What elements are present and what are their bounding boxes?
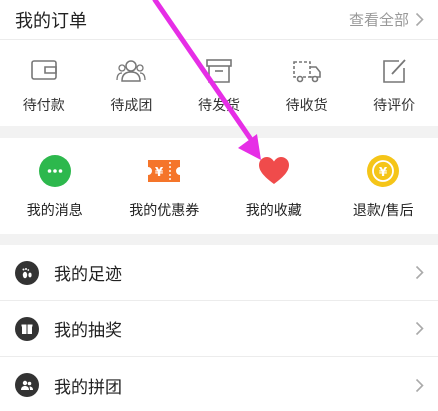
refund-icon: ¥ bbox=[367, 155, 400, 187]
chevron-right-icon bbox=[415, 12, 424, 27]
view-all-label: 查看全部 bbox=[348, 11, 409, 29]
orders-title: 我的订单 bbox=[15, 10, 87, 32]
menu-card: 我的足迹 我的抽奖 我的拼团 bbox=[0, 245, 438, 411]
menu-item-label: 我的抽奖 bbox=[54, 321, 122, 341]
service-label: 退款/售后 bbox=[352, 203, 414, 219]
order-status-pending-shipment[interactable]: 待发货 bbox=[175, 40, 263, 126]
services-card: 我的消息 ¥ 我的优惠券 我的收藏 ¥ 退款/售后 bbox=[0, 138, 438, 234]
team-icon bbox=[15, 373, 39, 397]
box-icon bbox=[206, 59, 232, 83]
coupon-icon: ¥ bbox=[148, 160, 181, 182]
service-refund-aftersale[interactable]: ¥ 退款/售后 bbox=[329, 138, 438, 234]
chevron-right-icon bbox=[415, 378, 424, 392]
footprint-icon bbox=[15, 260, 39, 285]
order-status-pending-payment[interactable]: 待付款 bbox=[0, 40, 88, 126]
svg-text:¥: ¥ bbox=[155, 165, 164, 179]
menu-item-label: 我的拼团 bbox=[54, 377, 122, 398]
group-icon bbox=[116, 60, 147, 82]
menu-item-lottery[interactable]: 我的抽奖 bbox=[0, 301, 438, 357]
view-all-link[interactable]: 查看全部 bbox=[349, 9, 424, 30]
services-row: 我的消息 ¥ 我的优惠券 我的收藏 ¥ 退款/售后 bbox=[0, 138, 438, 234]
service-my-messages[interactable]: 我的消息 bbox=[0, 138, 110, 234]
menu-item-footprints[interactable]: 我的足迹 bbox=[0, 245, 438, 301]
order-status-pending-review[interactable]: 待评价 bbox=[350, 40, 438, 126]
menu-item-group-buy[interactable]: 我的拼团 bbox=[0, 357, 438, 411]
chevron-right-icon bbox=[415, 265, 424, 280]
order-status-label: 待评价 bbox=[373, 98, 416, 114]
order-status-pending-receipt[interactable]: 待收货 bbox=[263, 40, 351, 126]
message-icon bbox=[38, 155, 71, 187]
order-status-label: 待收货 bbox=[285, 98, 328, 114]
chevron-right-icon bbox=[415, 321, 424, 336]
truck-icon bbox=[292, 61, 321, 83]
order-status-label: 待发货 bbox=[197, 98, 240, 114]
edit-icon bbox=[383, 59, 406, 83]
heart-icon bbox=[258, 157, 289, 184]
order-status-label: 待成团 bbox=[110, 98, 153, 114]
orders-card: 我的订单 查看全部 待付款 待成团 待发货 待收货 待评价 bbox=[0, 0, 438, 126]
service-my-coupons[interactable]: ¥ 我的优惠券 bbox=[110, 138, 220, 234]
orders-header: 我的订单 查看全部 bbox=[0, 0, 438, 40]
order-status-label: 待付款 bbox=[22, 98, 65, 114]
svg-text:¥: ¥ bbox=[379, 165, 388, 179]
menu-item-label: 我的足迹 bbox=[54, 265, 122, 285]
lottery-icon bbox=[15, 316, 39, 341]
order-status-row: 待付款 待成团 待发货 待收货 待评价 bbox=[0, 40, 438, 126]
service-my-favorites[interactable]: 我的收藏 bbox=[219, 138, 329, 234]
service-label: 我的优惠券 bbox=[129, 203, 200, 219]
service-label: 我的收藏 bbox=[245, 203, 302, 219]
wallet-icon bbox=[30, 60, 57, 80]
order-status-pending-group[interactable]: 待成团 bbox=[88, 40, 176, 126]
service-label: 我的消息 bbox=[26, 203, 83, 219]
